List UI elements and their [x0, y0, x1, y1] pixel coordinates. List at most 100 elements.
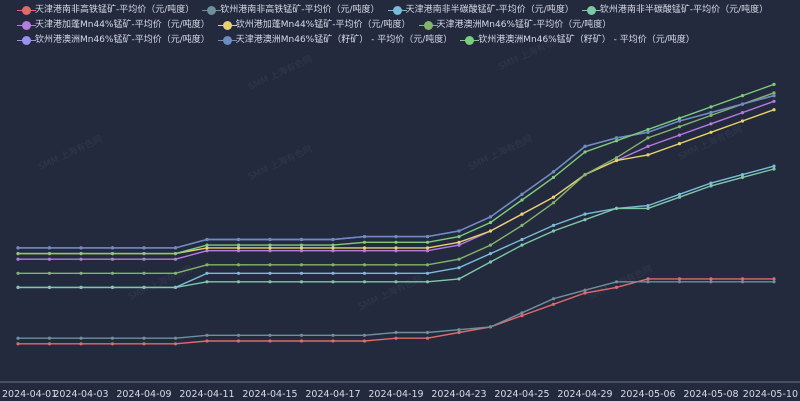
data-point[interactable]	[331, 271, 335, 275]
data-point[interactable]	[583, 173, 587, 177]
data-point[interactable]	[425, 330, 430, 335]
data-point[interactable]	[551, 223, 556, 227]
data-point[interactable]	[299, 263, 304, 267]
data-point[interactable]	[173, 271, 178, 275]
data-point[interactable]	[457, 330, 461, 335]
data-point[interactable]	[646, 144, 650, 148]
data-point[interactable]	[520, 314, 524, 318]
data-point[interactable]	[268, 271, 272, 275]
data-point[interactable]	[520, 223, 524, 227]
data-point[interactable]	[299, 271, 304, 275]
data-point[interactable]	[205, 263, 209, 267]
data-point[interactable]	[614, 156, 619, 160]
data-point[interactable]	[299, 249, 304, 253]
data-point[interactable]	[205, 280, 209, 284]
data-point[interactable]	[173, 252, 178, 256]
data-point[interactable]	[236, 339, 241, 343]
data-point[interactable]	[16, 336, 20, 340]
data-point[interactable]	[362, 235, 367, 239]
data-point[interactable]	[79, 336, 83, 340]
data-point[interactable]	[16, 246, 20, 250]
data-point[interactable]	[79, 271, 83, 275]
data-point[interactable]	[646, 277, 650, 281]
data-point[interactable]	[299, 339, 304, 343]
data-point[interactable]	[268, 339, 272, 343]
data-point[interactable]	[488, 260, 493, 264]
data-point[interactable]	[740, 111, 745, 115]
data-point[interactable]	[457, 257, 461, 261]
data-point[interactable]	[173, 246, 178, 250]
data-point[interactable]	[457, 266, 461, 270]
data-point[interactable]	[236, 249, 241, 253]
data-point[interactable]	[457, 229, 461, 233]
data-point[interactable]	[47, 342, 52, 346]
data-point[interactable]	[488, 243, 493, 247]
data-point[interactable]	[551, 195, 556, 199]
data-point[interactable]	[614, 206, 619, 210]
data-point[interactable]	[740, 173, 745, 177]
series-line[interactable]	[18, 109, 775, 255]
data-point[interactable]	[677, 277, 682, 281]
data-point[interactable]	[110, 285, 115, 289]
data-point[interactable]	[646, 136, 650, 140]
data-point[interactable]	[236, 246, 241, 250]
data-point[interactable]	[331, 339, 335, 343]
data-point[interactable]	[142, 252, 146, 256]
data-point[interactable]	[16, 257, 20, 261]
data-point[interactable]	[551, 201, 556, 205]
data-point[interactable]	[457, 235, 461, 239]
data-point[interactable]	[520, 198, 524, 202]
data-point[interactable]	[362, 249, 367, 253]
data-point[interactable]	[173, 285, 178, 289]
data-point[interactable]	[488, 252, 493, 256]
series-line[interactable]	[18, 94, 775, 249]
data-point[interactable]	[362, 333, 367, 337]
data-point[interactable]	[772, 91, 776, 95]
data-point[interactable]	[205, 243, 209, 247]
data-point[interactable]	[394, 249, 398, 253]
data-point[interactable]	[709, 122, 713, 126]
data-point[interactable]	[614, 139, 619, 143]
data-point[interactable]	[740, 94, 745, 98]
data-point[interactable]	[142, 271, 146, 275]
data-point[interactable]	[772, 167, 776, 171]
data-point[interactable]	[425, 271, 430, 275]
data-point[interactable]	[205, 333, 209, 337]
data-point[interactable]	[110, 257, 115, 261]
data-point[interactable]	[173, 336, 178, 340]
data-point[interactable]	[236, 280, 241, 284]
data-point[interactable]	[47, 336, 52, 340]
data-point[interactable]	[331, 246, 335, 250]
data-point[interactable]	[394, 240, 398, 244]
data-point[interactable]	[110, 271, 115, 275]
data-point[interactable]	[394, 263, 398, 267]
data-point[interactable]	[709, 130, 713, 134]
data-point[interactable]	[740, 119, 745, 123]
data-point[interactable]	[583, 291, 587, 295]
data-point[interactable]	[488, 220, 493, 225]
series-line[interactable]	[18, 83, 775, 255]
data-point[interactable]	[268, 249, 272, 253]
data-point[interactable]	[614, 280, 619, 284]
data-point[interactable]	[457, 240, 461, 244]
data-point[interactable]	[425, 336, 430, 340]
data-point[interactable]	[299, 280, 304, 284]
data-point[interactable]	[709, 105, 713, 109]
data-point[interactable]	[394, 336, 398, 340]
data-point[interactable]	[331, 333, 335, 337]
data-point[interactable]	[709, 184, 713, 188]
data-point[interactable]	[551, 170, 556, 174]
data-point[interactable]	[457, 243, 461, 247]
data-point[interactable]	[173, 342, 178, 346]
data-point[interactable]	[394, 246, 398, 250]
data-point[interactable]	[110, 336, 115, 340]
data-point[interactable]	[551, 229, 556, 233]
data-point[interactable]	[520, 212, 524, 216]
data-point[interactable]	[740, 277, 745, 281]
data-point[interactable]	[331, 263, 335, 267]
data-point[interactable]	[740, 280, 745, 284]
data-point[interactable]	[583, 150, 587, 154]
data-point[interactable]	[772, 280, 776, 284]
data-point[interactable]	[205, 237, 209, 242]
data-point[interactable]	[583, 218, 587, 222]
